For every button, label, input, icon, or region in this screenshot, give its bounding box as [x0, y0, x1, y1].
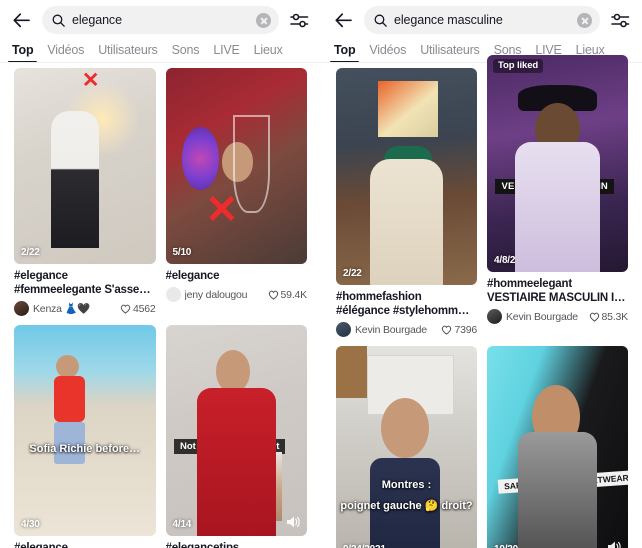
video-thumbnail[interactable]: Not Elegant Elegant 4/14 [165, 325, 307, 536]
like-count-value: 59.4K [280, 288, 308, 301]
like-count-value: 7396 [454, 323, 477, 336]
result-card[interactable]: ✕ 2/22 #elegance #femmeelegante S'asse… … [14, 68, 156, 316]
avatar[interactable] [487, 309, 502, 324]
date-badge: 2/22 [21, 247, 40, 258]
like-count: 59.4K [268, 289, 307, 301]
heart-icon [589, 312, 599, 322]
video-thumbnail[interactable]: SARTORIAL VS STREETWEAR 10/20/2022 [487, 346, 628, 548]
search-query-text: elegance [72, 13, 122, 27]
search-input[interactable]: elegance masculine [364, 6, 600, 34]
author-row: Kevin Bourgade 7396 [336, 322, 477, 337]
video-thumbnail[interactable]: Top liked VESTIAIRE MASCULIN 4/8/2022 [487, 55, 628, 272]
filter-sliders-glyph [289, 13, 308, 27]
video-thumbnail[interactable]: ✕ 2/22 [14, 68, 156, 264]
date-badge: 2/22 [343, 268, 362, 279]
video-thumbnail[interactable]: Montres : poignet gauche 🤔 droit? 9/24/2… [336, 346, 477, 548]
thumbnail-overlay-box: SARTORIAL VS STREETWEAR [497, 470, 628, 494]
red-x-marker: ✕ [205, 187, 239, 232]
card-caption: #elegancetips [165, 542, 240, 548]
result-card[interactable]: Not Elegant Elegant 4/14 #elegancetips [165, 325, 307, 548]
result-card[interactable]: ✕ 5/10 #elegance jeny dalougou 59.4K [165, 68, 307, 316]
tab-top[interactable]: Top [329, 43, 360, 63]
thumbnail-overlay-label-left: Not Elegant [173, 438, 239, 454]
author-name: Kevin Bourgade [506, 310, 578, 323]
results-grid-right: 2/22 #hommefashion #élégance #stylehomm…… [322, 55, 642, 548]
search-query-text: elegance masculine [394, 13, 503, 27]
thumbnail-overlay-line-1: Montres : [381, 479, 432, 492]
author-name: Kevin Bourgade [355, 323, 427, 336]
tab-videos[interactable]: Vidéos [369, 43, 406, 63]
video-thumbnail[interactable]: Sofia Richie before… 4/30 [14, 325, 156, 536]
video-thumbnail[interactable]: 2/22 [336, 68, 477, 285]
tab-live[interactable]: LIVE [213, 43, 240, 63]
search-bar-left: elegance [0, 4, 321, 36]
filter-sliders-icon[interactable] [287, 8, 311, 32]
search-icon [52, 14, 65, 27]
result-card[interactable]: Sofia Richie before… 4/30 #elegance [14, 325, 156, 548]
result-card[interactable]: Montres : poignet gauche 🤔 droit? 9/24/2… [336, 346, 477, 548]
heart-icon [120, 304, 131, 314]
avatar[interactable] [165, 287, 181, 302]
back-button[interactable] [330, 7, 356, 33]
tab-utilisateurs[interactable]: Utilisateurs [420, 43, 480, 63]
author-row: Kevin Bourgade 85.3K [487, 309, 628, 324]
date-badge: 9/24/2021 [343, 544, 386, 548]
like-count-value: 85.3K [601, 310, 629, 323]
like-count-value: 4562 [132, 302, 156, 315]
filter-sliders-icon[interactable] [608, 8, 632, 32]
sound-on-icon[interactable] [605, 539, 621, 548]
back-button[interactable] [8, 7, 34, 33]
tab-videos[interactable]: Vidéos [47, 43, 84, 63]
card-caption: #hommefashion #élégance #stylehomm… [336, 291, 470, 317]
search-icon [374, 14, 387, 27]
author-row: Kenza 👗🖤 4562 [14, 301, 156, 316]
heart-icon [442, 325, 452, 335]
result-card[interactable]: 2/22 #hommefashion #élégance #stylehomm…… [336, 68, 477, 337]
date-badge: 5/10 [172, 247, 192, 258]
author-name: jeny dalougou [184, 288, 248, 301]
like-count: 4562 [120, 303, 156, 315]
result-card[interactable]: Top liked VESTIAIRE MASCULIN 4/8/2022 #h… [487, 55, 628, 337]
tab-bar-divider [0, 62, 321, 63]
avatar[interactable] [336, 322, 351, 337]
red-x-marker: ✕ [81, 69, 100, 92]
thumbnail-overlay-box: VESTIAIRE MASCULIN [495, 178, 614, 194]
sound-on-icon[interactable] [284, 514, 300, 530]
top-liked-badge: Top liked [493, 59, 544, 73]
tab-sons[interactable]: Sons [172, 43, 200, 63]
thumbnail-overlay-line-2: poignet gauche 🤔 droit? [340, 499, 473, 512]
like-count: 7396 [441, 324, 477, 336]
clear-icon[interactable] [256, 12, 271, 28]
date-badge: 4/14 [172, 519, 192, 530]
heart-icon [268, 290, 278, 300]
card-caption: #hommeelegant VESTIAIRE MASCULIN I… [487, 278, 626, 304]
date-badge: 10/20/2022 [494, 544, 542, 548]
video-thumbnail[interactable]: ✕ 5/10 [165, 68, 307, 264]
results-grid-left: ✕ 2/22 #elegance #femmeelegante S'asse… … [0, 63, 321, 548]
screen-right: elegance masculine Top Vidéos Utilisateu… [321, 0, 642, 548]
tab-top[interactable]: Top [7, 43, 38, 63]
search-input[interactable]: elegance [42, 6, 279, 34]
card-caption: #elegance [165, 270, 220, 282]
thumbnail-overlay-text: Sofia Richie before… [29, 443, 141, 456]
date-badge: 4/8/2022 [494, 255, 532, 266]
date-badge: 4/30 [21, 519, 40, 530]
dual-screenshot-container: elegance Top Vidéos Utilisateurs Sons LI… [0, 0, 642, 548]
tab-utilisateurs[interactable]: Utilisateurs [98, 43, 158, 63]
filter-sliders-glyph [610, 13, 629, 27]
tab-bar-left: Top Vidéos Utilisateurs Sons LIVE Lieux [0, 36, 321, 63]
avatar[interactable] [14, 301, 29, 316]
search-bar-right: elegance masculine [322, 4, 642, 36]
arrow-left-icon [12, 12, 30, 27]
author-name: Kenza 👗🖤 [33, 303, 91, 315]
result-card[interactable]: SARTORIAL VS STREETWEAR 10/20/2022 [487, 346, 628, 548]
card-caption: #elegance [14, 542, 68, 548]
clear-icon[interactable] [577, 12, 592, 28]
like-count: 85.3K [589, 311, 628, 323]
tab-lieux[interactable]: Lieux [254, 43, 283, 63]
author-row: jeny dalougou 59.4K [165, 287, 307, 302]
screen-left: elegance Top Vidéos Utilisateurs Sons LI… [0, 0, 321, 548]
arrow-left-icon [334, 12, 352, 27]
card-caption: #elegance #femmeelegante S'asse… [14, 270, 151, 296]
